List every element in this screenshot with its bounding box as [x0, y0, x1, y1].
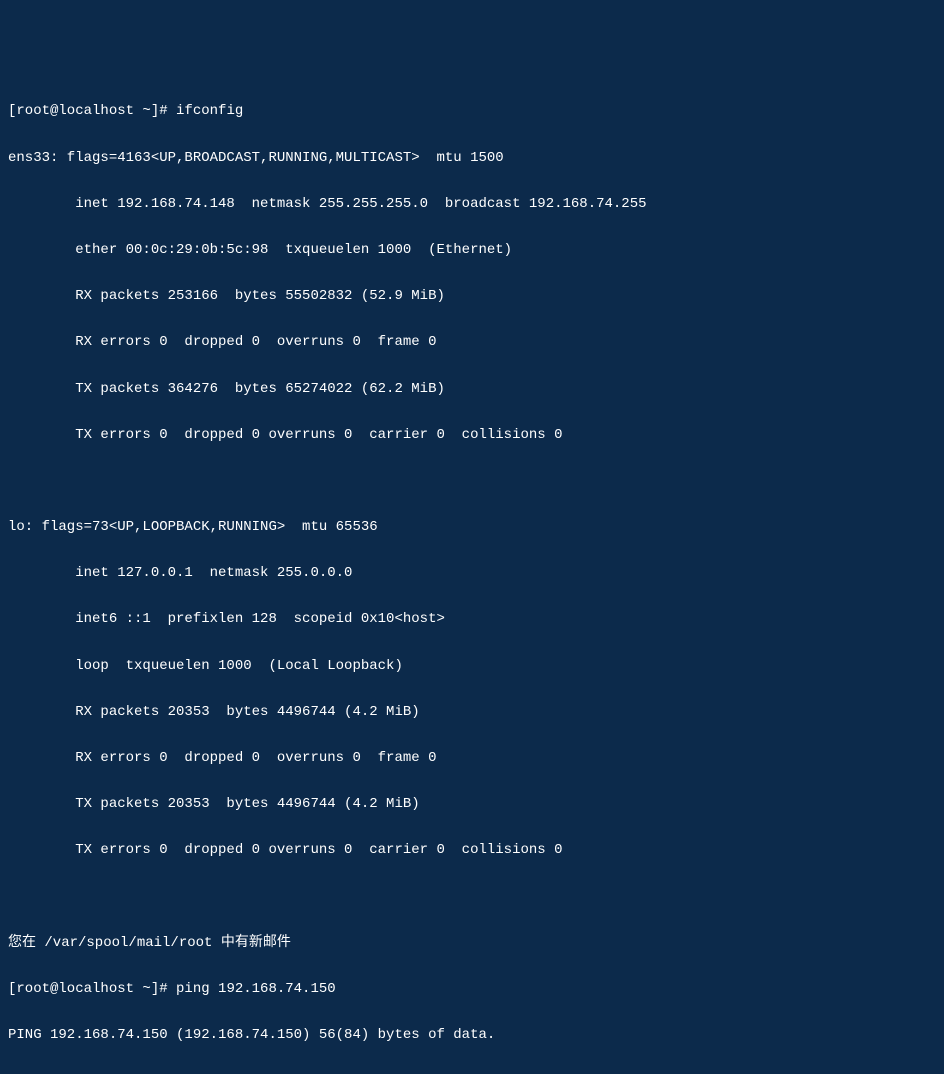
command-input: ping 192.168.74.150	[176, 981, 336, 997]
output-ens33-ether: ether 00:0c:29:0b:5c:98 txqueuelen 1000 …	[8, 239, 936, 262]
output-ens33-txp: TX packets 364276 bytes 65274022 (62.2 M…	[8, 378, 936, 401]
output-lo-inet6: inet6 ::1 prefixlen 128 scopeid 0x10<hos…	[8, 608, 936, 631]
output-lo-rxe: RX errors 0 dropped 0 overruns 0 frame 0	[8, 747, 936, 770]
prompt: [root@localhost ~]#	[8, 981, 176, 997]
mail-notice: 您在 /var/spool/mail/root 中有新邮件	[8, 932, 936, 955]
output-lo-txe: TX errors 0 dropped 0 overruns 0 carrier…	[8, 839, 936, 862]
output-ping-header: PING 192.168.74.150 (192.168.74.150) 56(…	[8, 1024, 936, 1047]
output-ens33-inet: inet 192.168.74.148 netmask 255.255.255.…	[8, 193, 936, 216]
output-ping-line1: From 192.168.74.148 icmp_seq=1 Destinati…	[8, 1070, 936, 1074]
command-input: ifconfig	[176, 103, 243, 119]
blank-line	[8, 886, 936, 909]
output-lo-txp: TX packets 20353 bytes 4496744 (4.2 MiB)	[8, 793, 936, 816]
output-lo-loop: loop txqueuelen 1000 (Local Loopback)	[8, 655, 936, 678]
output-ens33-txe: TX errors 0 dropped 0 overruns 0 carrier…	[8, 424, 936, 447]
output-lo-inet: inet 127.0.0.1 netmask 255.0.0.0	[8, 562, 936, 585]
output-ens33-rxe: RX errors 0 dropped 0 overruns 0 frame 0	[8, 331, 936, 354]
output-ens33-rxp: RX packets 253166 bytes 55502832 (52.9 M…	[8, 285, 936, 308]
output-lo-rxp: RX packets 20353 bytes 4496744 (4.2 MiB)	[8, 701, 936, 724]
output-ens33-header: ens33: flags=4163<UP,BROADCAST,RUNNING,M…	[8, 147, 936, 170]
terminal-line[interactable]: [root@localhost ~]# ifconfig	[8, 100, 936, 123]
terminal-line[interactable]: [root@localhost ~]# ping 192.168.74.150	[8, 978, 936, 1001]
prompt: [root@localhost ~]#	[8, 103, 176, 119]
blank-line	[8, 470, 936, 493]
output-lo-header: lo: flags=73<UP,LOOPBACK,RUNNING> mtu 65…	[8, 516, 936, 539]
